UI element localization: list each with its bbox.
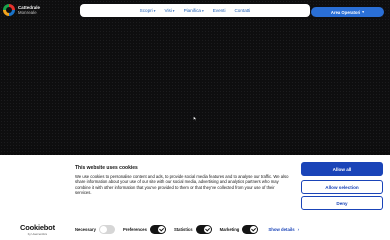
chevron-down-icon: ▾ — [201, 8, 204, 13]
mouse-cursor-icon — [193, 116, 197, 121]
check-icon — [157, 226, 165, 233]
chevron-down-icon: ▾ — [172, 8, 175, 13]
chevron-right-icon: › — [297, 227, 300, 232]
main-navigation: Scopri ▾ Visi ▾ Pianifica ▾ Eventi Conta… — [80, 4, 310, 17]
nav-item-contatti[interactable]: Contatti — [234, 8, 250, 13]
cookiebot-logo: Cookiebot by Usercentrics — [20, 223, 55, 236]
logo-mark-icon — [3, 4, 15, 16]
nav-item-pianifica[interactable]: Pianifica ▾ — [184, 8, 204, 13]
toggle-label: Necessary — [75, 227, 96, 232]
switch-knob — [99, 226, 107, 233]
toggle-label: Statistics — [173, 227, 193, 232]
nav-item-visi[interactable]: Visi ▾ — [164, 8, 174, 13]
toggle-label: Preferences — [122, 227, 147, 232]
statistics-switch[interactable] — [195, 225, 212, 234]
site-logo[interactable]: Cattedrale Monreale — [3, 4, 40, 16]
nav-item-scopri[interactable]: Scopri ▾ — [140, 8, 156, 13]
toggle-label: Marketing — [219, 227, 240, 232]
cookie-banner-text: We use cookies to personalise content an… — [75, 174, 289, 196]
toggle-necessary: Necessary — [75, 225, 115, 234]
show-details-link[interactable]: Show details › — [268, 227, 299, 232]
nav-item-label: Pianifica — [183, 8, 201, 13]
chevron-down-icon: ▾ — [362, 10, 365, 14]
cta-label: Area Operatori — [330, 9, 361, 15]
nav-item-label: Scopri — [139, 8, 153, 13]
logo-text: Cattedrale Monreale — [18, 5, 40, 15]
check-icon — [203, 226, 211, 233]
nav-item-label: Eventi — [212, 8, 226, 13]
logo-line-2: Monreale — [18, 10, 37, 15]
show-details-label: Show details — [268, 227, 295, 232]
nav-item-label: Contatti — [234, 8, 251, 13]
nav-item-label: Visi — [164, 8, 172, 13]
cookie-banner-title: This website uses cookies — [75, 165, 138, 171]
brand-name: Cookiebot — [20, 223, 55, 232]
chevron-down-icon: ▾ — [153, 8, 156, 13]
toggle-preferences: Preferences — [123, 225, 166, 234]
necessary-switch[interactable] — [98, 225, 115, 234]
consent-toggles: Necessary Preferences Statistics Marketi… — [75, 225, 299, 234]
check-icon — [250, 226, 258, 233]
preferences-switch[interactable] — [149, 225, 166, 234]
marketing-switch[interactable] — [242, 225, 259, 234]
deny-button[interactable]: Deny — [301, 196, 383, 210]
nav-item-eventi[interactable]: Eventi — [213, 8, 226, 13]
allow-all-button[interactable]: Allow all — [301, 162, 383, 176]
brand-sub: by Usercentrics — [27, 232, 48, 236]
toggle-marketing: Marketing — [220, 225, 259, 234]
toggle-statistics: Statistics — [174, 225, 212, 234]
area-operatori-button[interactable]: Area Operatori ▾ — [311, 7, 384, 17]
allow-selection-button[interactable]: Allow selection — [301, 180, 383, 194]
